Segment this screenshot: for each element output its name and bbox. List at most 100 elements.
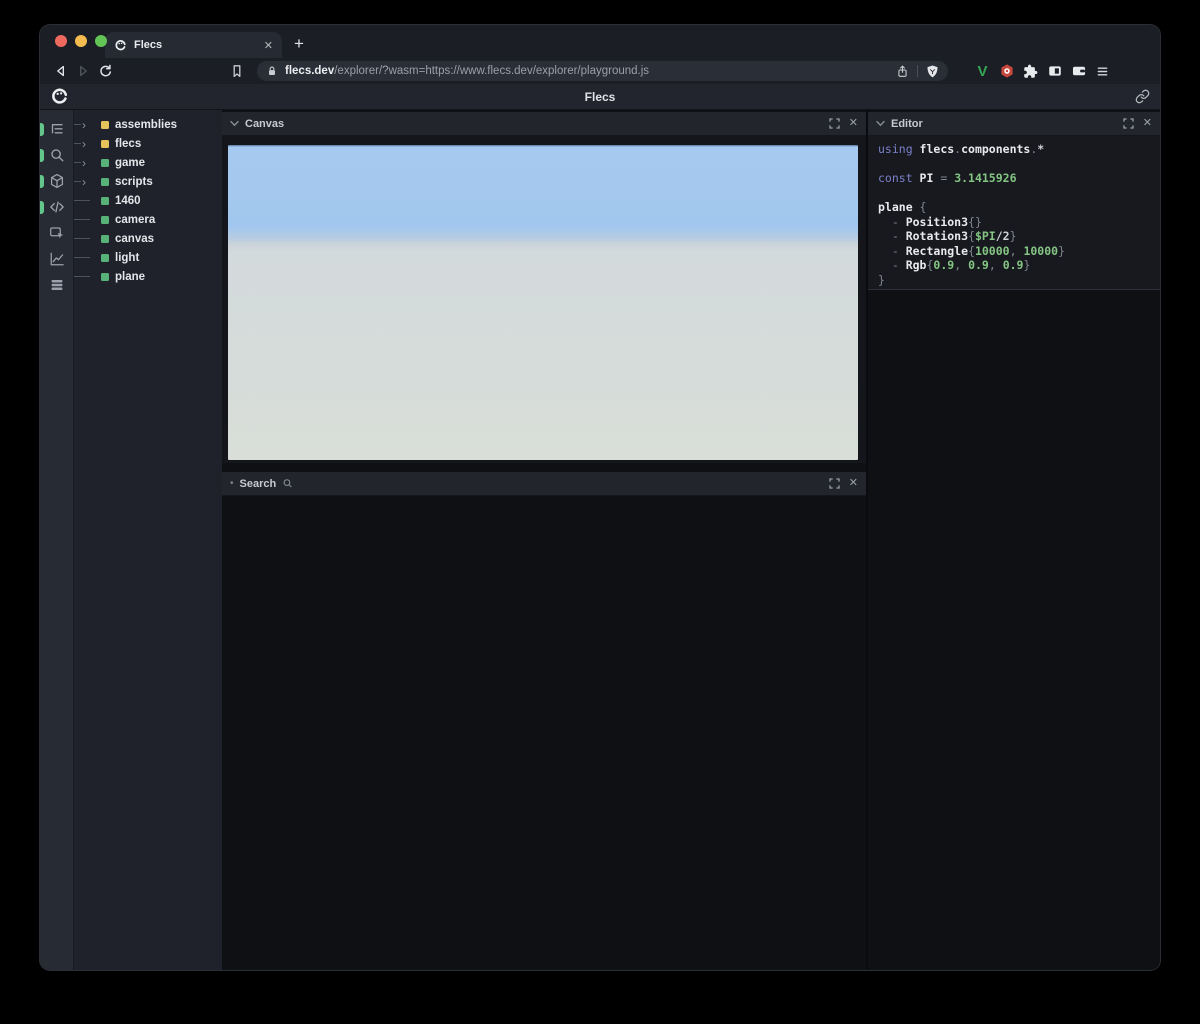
address-bar[interactable]: flecs.dev/explorer/?wasm=https://www.fle… (257, 61, 948, 81)
chevron-down-icon[interactable] (230, 120, 239, 127)
code-line: - Position3{} (878, 214, 982, 229)
editor-panel-header: Editor ✕ (868, 112, 1160, 136)
url-path: /explorer/?wasm=https://www.flecs.dev/ex… (334, 65, 650, 77)
code-editor[interactable]: using flecs.components.* const PI = 3.14… (868, 136, 1160, 289)
canvas-3d-render[interactable] (228, 145, 858, 460)
canvas-panel: Canvas ✕ (222, 112, 866, 463)
menu-icon[interactable] (1094, 63, 1111, 80)
expand-chevron-icon[interactable]: › (74, 119, 101, 131)
right-column: Editor ✕ using flecs.components.* const … (866, 110, 1160, 970)
minimize-window-button[interactable] (75, 35, 87, 47)
tree-item-assemblies[interactable]: › assemblies (74, 115, 222, 134)
entity-tree-icon[interactable] (40, 116, 73, 142)
code-icon[interactable] (40, 194, 73, 220)
browser-window: Flecs ✕ + flecs.dev/explorer/?wasm=https… (40, 25, 1160, 970)
expand-chevron-icon[interactable]: › (74, 157, 101, 169)
sidebar-toggle-icon[interactable] (1046, 63, 1063, 80)
inspector-icon[interactable] (40, 220, 73, 246)
center-column: Canvas ✕ • Search ✕ (222, 110, 866, 970)
entity-color-square (101, 253, 109, 262)
leaf-dash-icon (74, 238, 101, 239)
leaf-dash-icon (74, 219, 101, 220)
entity-color-square (101, 120, 109, 129)
search-panel: • Search ✕ (222, 472, 866, 496)
expand-icon[interactable] (1123, 118, 1134, 129)
tree-item-1460[interactable]: 1460 (74, 191, 222, 210)
forward-icon[interactable] (72, 61, 94, 81)
stats-chart-icon[interactable] (40, 246, 73, 272)
bookmark-icon[interactable] (226, 61, 248, 81)
entity-color-square (101, 139, 109, 148)
tree-item-flecs[interactable]: › flecs (74, 134, 222, 153)
code-line: - Rectangle{10000, 10000} (878, 243, 1065, 258)
close-icon[interactable]: ✕ (849, 118, 858, 129)
tree-list: › assemblies › flecs › game › scripts 1460 camera… (74, 115, 222, 286)
code-line: const PI = 3.1415926 (878, 171, 1017, 185)
desktop: Flecs ✕ + flecs.dev/explorer/?wasm=https… (0, 0, 1200, 1024)
reload-icon[interactable] (94, 61, 116, 81)
expand-icon[interactable] (829, 118, 840, 129)
tab-title: Flecs (134, 39, 163, 51)
tab-strip: Flecs ✕ + (40, 25, 1160, 58)
tree-item-game[interactable]: › game (74, 153, 222, 172)
canvas-panel-title: Canvas (245, 117, 285, 130)
tree-item-label: plane (115, 270, 146, 283)
code-line: - Rotation3{$PI/2} (878, 229, 1017, 243)
entity-color-square (101, 215, 109, 224)
close-icon[interactable]: ✕ (1143, 118, 1152, 129)
extensions-puzzle-icon[interactable] (1022, 63, 1039, 80)
divider (917, 65, 918, 77)
code-line: plane { (878, 200, 927, 214)
url-domain: flecs.dev (285, 65, 335, 77)
browser-tab[interactable]: Flecs ✕ (105, 32, 282, 58)
back-icon[interactable] (50, 61, 72, 81)
code-line: - Rgb{0.9, 0.9, 0.9} (878, 258, 1031, 272)
expand-icon[interactable] (829, 478, 840, 489)
wallet-icon[interactable] (1070, 63, 1087, 80)
tree-item-label: canvas (115, 232, 155, 245)
editor-panel: Editor ✕ using flecs.components.* const … (868, 112, 1160, 290)
new-tab-button[interactable]: + (294, 34, 304, 54)
share-icon[interactable] (895, 64, 910, 79)
search-icon[interactable] (40, 142, 73, 168)
leaf-dash-icon (74, 276, 101, 277)
tab-close-icon[interactable]: ✕ (264, 39, 273, 52)
code-line: using flecs.components.* (878, 142, 1045, 156)
extension-icons: V (974, 63, 1111, 80)
tree-item-label: assemblies (115, 118, 178, 131)
tables-icon[interactable] (40, 272, 73, 298)
canvas-body (222, 136, 866, 463)
brave-shield-icon[interactable] (925, 64, 940, 79)
lock-icon (265, 64, 279, 78)
close-window-button[interactable] (55, 35, 67, 47)
tree-item-light[interactable]: light (74, 248, 222, 267)
close-icon[interactable]: ✕ (849, 478, 858, 489)
vimium-icon[interactable]: V (974, 63, 991, 80)
expand-chevron-icon[interactable]: › (74, 138, 101, 150)
leaf-dash-icon (74, 200, 101, 201)
tree-item-canvas[interactable]: canvas (74, 229, 222, 248)
code-block: using flecs.components.* const PI = 3.14… (878, 142, 1150, 287)
entity-color-square (101, 234, 109, 243)
extension-red-icon[interactable] (998, 63, 1015, 80)
tree-item-scripts[interactable]: › scripts (74, 172, 222, 191)
chevron-down-icon[interactable] (876, 120, 885, 127)
collapsed-dot-icon: • (230, 477, 234, 489)
canvas-panel-header: Canvas ✕ (222, 112, 866, 136)
zoom-window-button[interactable] (95, 35, 107, 47)
entity-color-square (101, 196, 109, 205)
entity-tree-panel: › assemblies › flecs › game › scripts 1460 camera… (74, 110, 222, 970)
search-magnifier-icon (282, 478, 293, 489)
tree-item-plane[interactable]: plane (74, 267, 222, 286)
tree-item-label: scripts (115, 175, 153, 188)
flecs-favicon (114, 39, 127, 52)
search-panel-header[interactable]: • Search ✕ (222, 472, 866, 496)
traffic-lights (55, 35, 107, 47)
search-panel-title: Search (239, 477, 277, 490)
expand-chevron-icon[interactable]: › (74, 176, 101, 188)
cube-icon[interactable] (40, 168, 73, 194)
tree-item-camera[interactable]: camera (74, 210, 222, 229)
tree-item-label: 1460 (115, 194, 141, 207)
